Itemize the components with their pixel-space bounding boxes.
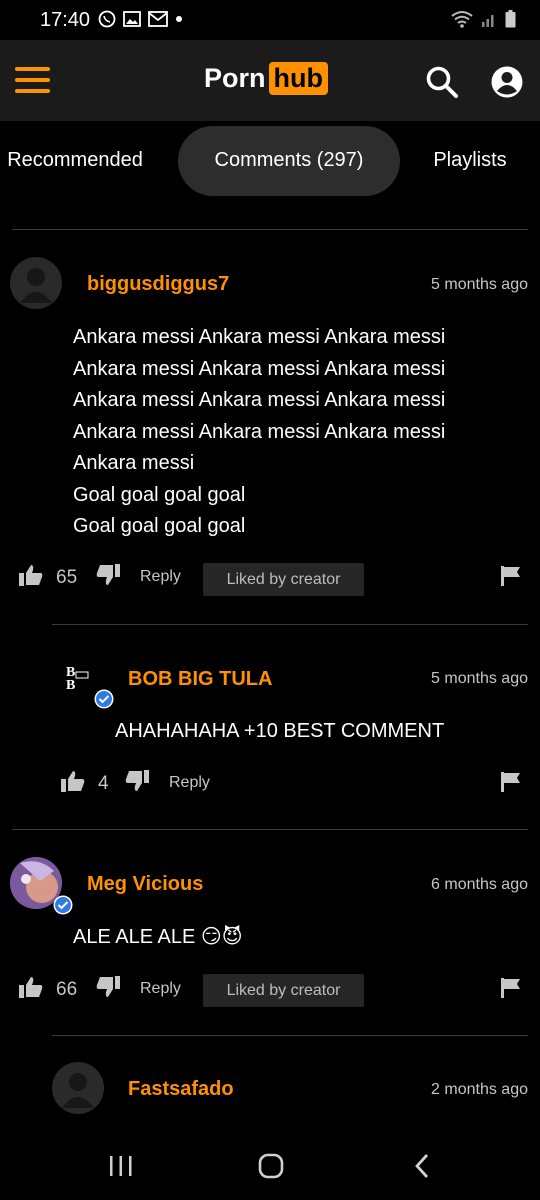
tab-playlists[interactable]: Playlists — [410, 126, 530, 196]
wifi-icon — [451, 11, 473, 28]
comment-text: Ankara messi Ankara messi Ankara messi A… — [73, 326, 446, 537]
notification-dot-icon — [176, 16, 182, 22]
tab-bar: Recommended Comments (297) Playlists — [0, 126, 540, 196]
comment-username[interactable]: BOB BIG TULA — [128, 668, 272, 691]
tab-recommended[interactable]: Recommended — [0, 126, 165, 196]
recent-apps-icon[interactable] — [108, 1154, 134, 1178]
tab-comments[interactable]: Comments (297) — [178, 126, 400, 196]
reply-button[interactable]: Reply — [169, 774, 210, 792]
menu-icon[interactable] — [15, 67, 50, 93]
divider — [12, 829, 528, 830]
comment-text: ALE ALE ALE 😏😈 — [73, 926, 243, 948]
svg-text:B: B — [66, 678, 75, 693]
gmail-icon — [148, 11, 168, 27]
divider — [12, 229, 528, 230]
thumbs-up-icon[interactable] — [19, 564, 43, 586]
signal-icon — [482, 15, 494, 27]
comment-username[interactable]: Fastsafado — [128, 1078, 234, 1101]
comment-username[interactable]: biggusdiggus7 — [87, 273, 229, 296]
app-header: Porn hub — [0, 40, 540, 121]
thumbs-down-icon[interactable] — [96, 976, 120, 998]
site-logo[interactable]: Porn hub — [204, 62, 328, 95]
comment-username[interactable]: Meg Vicious — [87, 873, 203, 896]
status-time: 17:40 — [40, 9, 91, 31]
system-nav-bar — [0, 1130, 540, 1200]
comment-text: AHAHAHAHA +10 BEST COMMENT — [115, 720, 445, 742]
account-icon[interactable] — [490, 65, 524, 99]
reply-button[interactable]: Reply — [140, 568, 181, 586]
comment-time: 6 months ago — [431, 876, 528, 893]
search-icon[interactable] — [425, 65, 459, 99]
divider — [52, 624, 528, 625]
comment-time: 5 months ago — [431, 670, 528, 687]
thumbs-up-icon[interactable] — [61, 770, 85, 792]
avatar[interactable] — [10, 257, 62, 309]
like-count: 65 — [56, 567, 78, 588]
flag-icon[interactable] — [500, 977, 522, 999]
status-bar: 17:40 — [0, 0, 540, 40]
default-avatar-icon — [62, 1073, 94, 1108]
liked-by-creator-badge: Liked by creator — [203, 563, 364, 596]
flag-icon[interactable] — [500, 771, 522, 793]
gallery-icon — [123, 11, 141, 27]
like-count: 66 — [56, 979, 78, 1000]
liked-by-creator-badge: Liked by creator — [203, 974, 364, 1007]
whatsapp-icon — [98, 10, 116, 28]
avatar[interactable] — [52, 1062, 104, 1114]
comment-time: 5 months ago — [431, 276, 528, 293]
default-avatar-icon — [20, 268, 52, 303]
verified-icon — [53, 895, 73, 915]
verified-icon — [94, 689, 114, 709]
thumbs-down-icon[interactable] — [125, 770, 149, 792]
reply-button[interactable]: Reply — [140, 980, 181, 998]
flag-icon[interactable] — [500, 565, 522, 587]
comment-time: 2 months ago — [431, 1081, 528, 1098]
thumbs-down-icon[interactable] — [96, 564, 120, 586]
battery-icon — [505, 10, 516, 28]
divider — [52, 1035, 528, 1036]
thumbs-up-icon[interactable] — [19, 976, 43, 998]
like-count: 4 — [98, 773, 109, 794]
home-icon[interactable] — [258, 1153, 284, 1179]
back-icon[interactable] — [412, 1153, 432, 1179]
